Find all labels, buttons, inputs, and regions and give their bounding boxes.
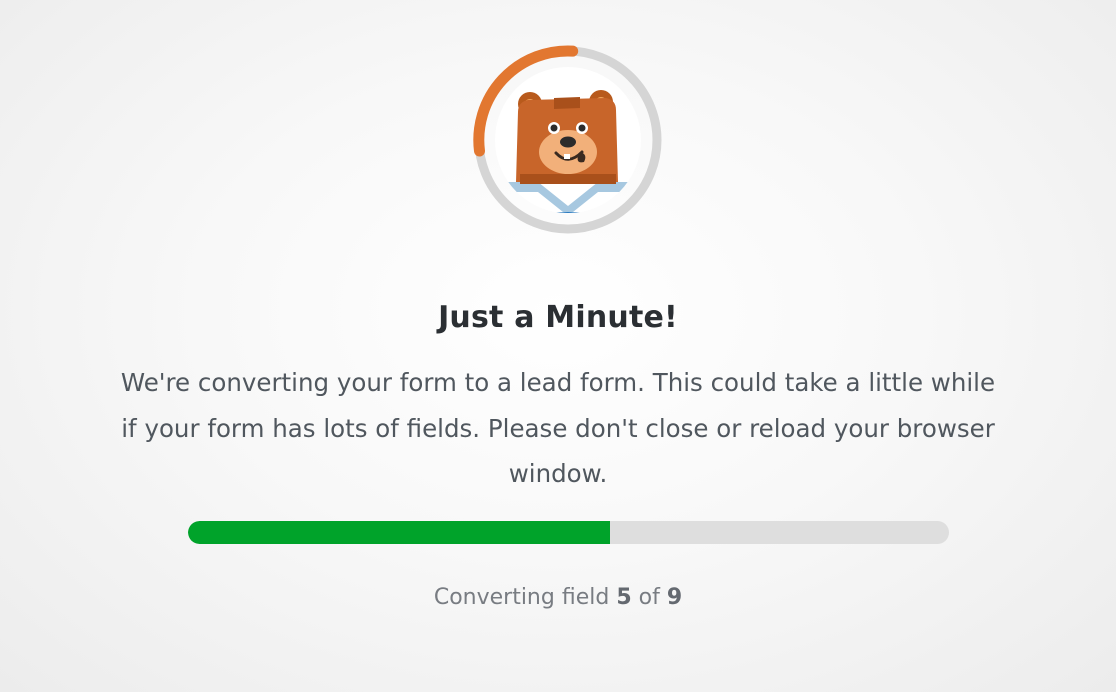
progress-bar [188, 521, 949, 544]
conversion-progress-dialog: Just a Minute! We're converting your for… [0, 0, 1116, 692]
status-separator: of [638, 585, 660, 610]
dialog-title: Just a Minute! [438, 300, 678, 335]
bear-mascot-icon [506, 90, 630, 213]
spinner-graphic [473, 45, 662, 234]
status-prefix: Converting field [433, 585, 610, 610]
conversion-status: Converting field 5 of 9 [0, 580, 1116, 616]
dialog-message: We're converting your form to a lead for… [120, 368, 996, 488]
loading-spinner [470, 42, 666, 238]
status-current-field: 5 [616, 585, 632, 610]
progress-bar-fill [188, 521, 611, 544]
status-total-fields: 9 [666, 585, 683, 610]
